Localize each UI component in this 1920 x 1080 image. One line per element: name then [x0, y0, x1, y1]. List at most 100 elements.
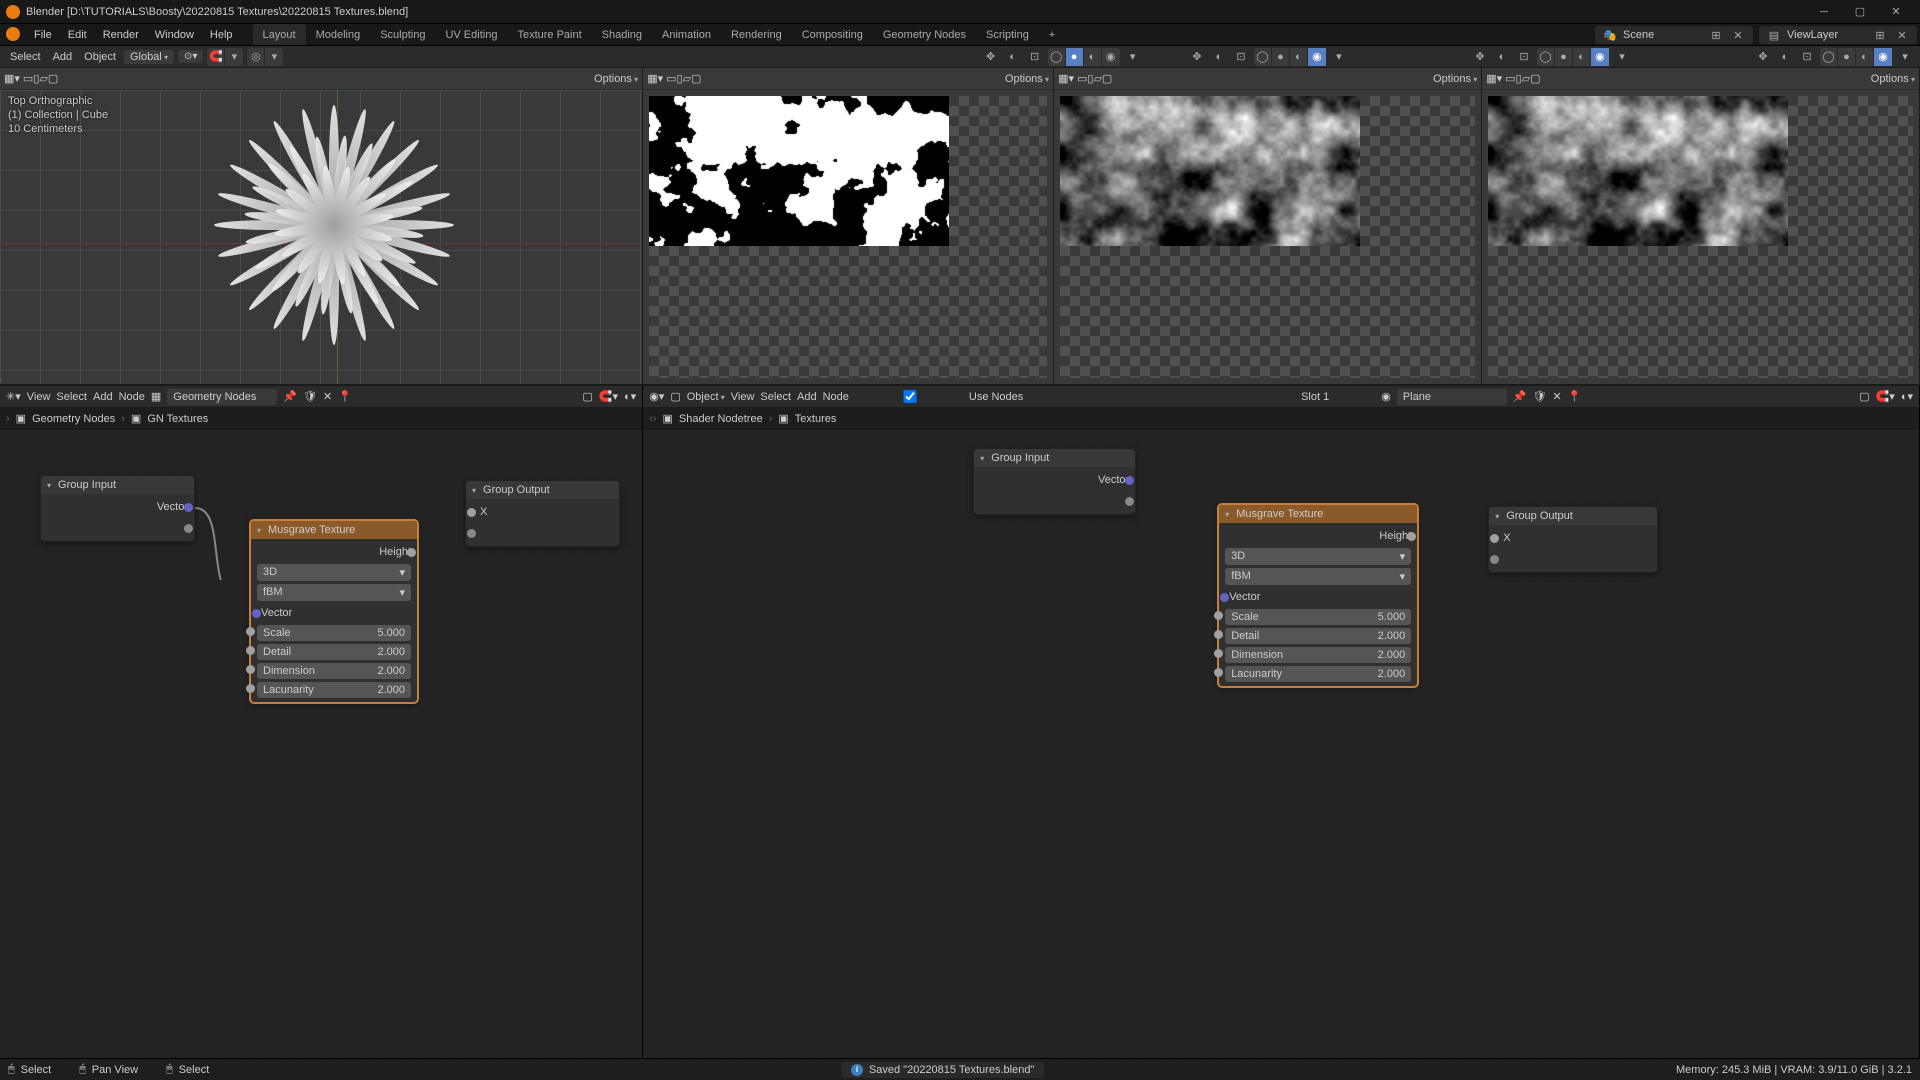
pin-icon2[interactable]: 📍 — [1568, 390, 1582, 403]
gn-select[interactable]: Select — [56, 391, 87, 403]
parent-icon[interactable]: ▢ — [582, 390, 592, 403]
lacunarity-field[interactable]: Lacunarity2.000 — [1225, 666, 1411, 682]
blender-mini-icon[interactable] — [6, 27, 20, 41]
dim-select[interactable]: 3D▾ — [1225, 548, 1411, 565]
type-select[interactable]: fBM▾ — [257, 584, 411, 601]
material-icon[interactable]: ◉ — [1381, 390, 1391, 403]
socket-in-icon[interactable] — [252, 609, 261, 618]
workspace-tab[interactable]: Sculpting — [370, 24, 435, 45]
editor-type-icon[interactable]: ◉▾ — [649, 390, 664, 403]
socket-in-icon[interactable] — [467, 529, 476, 538]
gizmo-icon3[interactable]: ✥ — [1471, 48, 1489, 66]
xray-icon2[interactable]: ⊡ — [1232, 48, 1250, 66]
th-select[interactable]: Select — [6, 51, 45, 63]
workspace-add[interactable]: + — [1039, 24, 1065, 45]
gizmo-icon[interactable]: ✥ — [982, 48, 1000, 66]
type-select[interactable]: fBM▾ — [1225, 568, 1411, 585]
socket-out-icon[interactable] — [1125, 476, 1134, 485]
shading-dd4[interactable]: ▾ — [1896, 48, 1914, 66]
options-dropdown[interactable]: Options — [1005, 73, 1049, 85]
editor-type-icon[interactable]: ▦▾ — [4, 72, 20, 85]
gn-add[interactable]: Add — [93, 391, 113, 403]
workspace-tab[interactable]: Scripting — [976, 24, 1039, 45]
overlay-icon[interactable]: ◐ — [1004, 48, 1022, 66]
snap-icon[interactable]: 🧲▾ — [1876, 390, 1895, 403]
parent-icon[interactable]: ▢ — [1859, 390, 1869, 403]
bc-leaf[interactable]: Textures — [795, 413, 837, 425]
menu-render[interactable]: Render — [95, 24, 147, 45]
orientation-dropdown[interactable]: Global — [124, 50, 174, 64]
sn-select[interactable]: Select — [760, 391, 791, 403]
shading-dd[interactable]: ▾ — [1124, 48, 1142, 66]
xray-icon4[interactable]: ⊡ — [1798, 48, 1816, 66]
sn-view[interactable]: View — [731, 391, 755, 403]
socket-in-icon[interactable] — [1214, 649, 1223, 658]
dimension-field[interactable]: Dimension2.000 — [1225, 647, 1411, 663]
socket-out-icon[interactable] — [184, 503, 193, 512]
lacunarity-field[interactable]: Lacunarity2.000 — [257, 682, 411, 698]
options-dropdown[interactable]: Options — [1433, 73, 1477, 85]
socket-in-icon[interactable] — [1220, 593, 1229, 602]
scene-new-icon[interactable]: ⊞ — [1707, 29, 1725, 42]
node-group-output[interactable]: Group Output X — [465, 480, 620, 547]
th-add[interactable]: Add — [49, 51, 77, 63]
socket-in-icon[interactable] — [1490, 555, 1499, 564]
th-object[interactable]: Object — [80, 51, 120, 63]
scene-selector[interactable]: 🎭 ⊞ ✕ — [1595, 26, 1753, 44]
viewport-0[interactable]: ▦▾ ▭▯▱▢ Options Top Orthographic (1) Col… — [0, 68, 643, 384]
pin-icon[interactable]: 📌 — [1513, 390, 1527, 403]
sn-node[interactable]: Node — [823, 391, 849, 403]
gizmo-icon2[interactable]: ✥ — [1188, 48, 1206, 66]
scale-field[interactable]: Scale5.000 — [1225, 609, 1411, 625]
viewlayer-new-icon[interactable]: ⊞ — [1871, 29, 1889, 42]
options-dropdown[interactable]: Options — [594, 73, 638, 85]
fake-user-icon[interactable]: 🛡 — [1533, 390, 1547, 403]
menu-window[interactable]: Window — [147, 24, 202, 45]
overlay-icon3[interactable]: ◐ — [1493, 48, 1511, 66]
socket-in-icon[interactable] — [246, 665, 255, 674]
viewport-2[interactable]: ▦▾ ▭▯▱▢ Options — [1054, 68, 1482, 384]
socket-out-icon[interactable] — [184, 524, 193, 533]
viewport-1[interactable]: ▦▾ ▭▯▱▢ Options — [643, 68, 1054, 384]
viewport-3[interactable]: ▦▾ ▭▯▱▢ Options — [1482, 68, 1920, 384]
menu-help[interactable]: Help — [202, 24, 241, 45]
maximize-button[interactable]: ▢ — [1842, 0, 1878, 23]
viewlayer-selector[interactable]: ▤ ⊞ ✕ — [1759, 26, 1917, 44]
xray-icon[interactable]: ⊡ — [1026, 48, 1044, 66]
xray-icon3[interactable]: ⊡ — [1515, 48, 1533, 66]
scene-del-icon[interactable]: ✕ — [1729, 29, 1747, 42]
socket-in-icon[interactable] — [246, 684, 255, 693]
socket-in-icon[interactable] — [467, 508, 476, 517]
gn-node[interactable]: Node — [119, 391, 145, 403]
snap-icon[interactable]: 🧲▾ — [599, 390, 618, 403]
bc-root[interactable]: Shader Nodetree — [679, 413, 763, 425]
scene-input[interactable] — [1623, 29, 1703, 41]
shading-dd2[interactable]: ▾ — [1330, 48, 1348, 66]
editor-type-icon[interactable]: ▦▾ — [1058, 72, 1074, 85]
node-group-input[interactable]: Group Input Vector — [40, 475, 195, 542]
workspace-tab[interactable]: Animation — [652, 24, 721, 45]
bc-root[interactable]: Geometry Nodes — [32, 413, 115, 425]
socket-out-icon[interactable] — [1407, 532, 1416, 541]
dim-select[interactable]: 3D▾ — [257, 564, 411, 581]
use-nodes-checkbox[interactable]: Use Nodes — [855, 390, 1023, 403]
menu-edit[interactable]: Edit — [60, 24, 95, 45]
shader-type-dropdown[interactable]: Object — [687, 391, 725, 403]
browse-icon[interactable]: ▦ — [151, 390, 161, 403]
socket-in-icon[interactable] — [246, 627, 255, 636]
workspace-tab[interactable]: Modeling — [306, 24, 371, 45]
gizmo-icon4[interactable]: ✥ — [1754, 48, 1772, 66]
selmode-icon[interactable]: ▭ — [23, 73, 33, 85]
socket-in-icon[interactable] — [1214, 611, 1223, 620]
workspace-tab[interactable]: Compositing — [792, 24, 873, 45]
menu-file[interactable]: File — [26, 24, 60, 45]
shading-dd3[interactable]: ▾ — [1613, 48, 1631, 66]
shader-editor[interactable]: ◉▾ ▢ Object View Select Add Node Use Nod… — [643, 386, 1920, 1058]
editor-type-icon[interactable]: ✳▾ — [6, 390, 21, 403]
snap-toggle[interactable]: 🧲▾ — [207, 48, 243, 66]
minimize-button[interactable]: ─ — [1806, 0, 1842, 23]
workspace-tab[interactable]: Geometry Nodes — [873, 24, 976, 45]
workspace-tab[interactable]: UV Editing — [435, 24, 507, 45]
node-group-input[interactable]: Group Input Vector — [973, 448, 1136, 515]
editor-type-icon[interactable]: ▦▾ — [647, 72, 663, 85]
